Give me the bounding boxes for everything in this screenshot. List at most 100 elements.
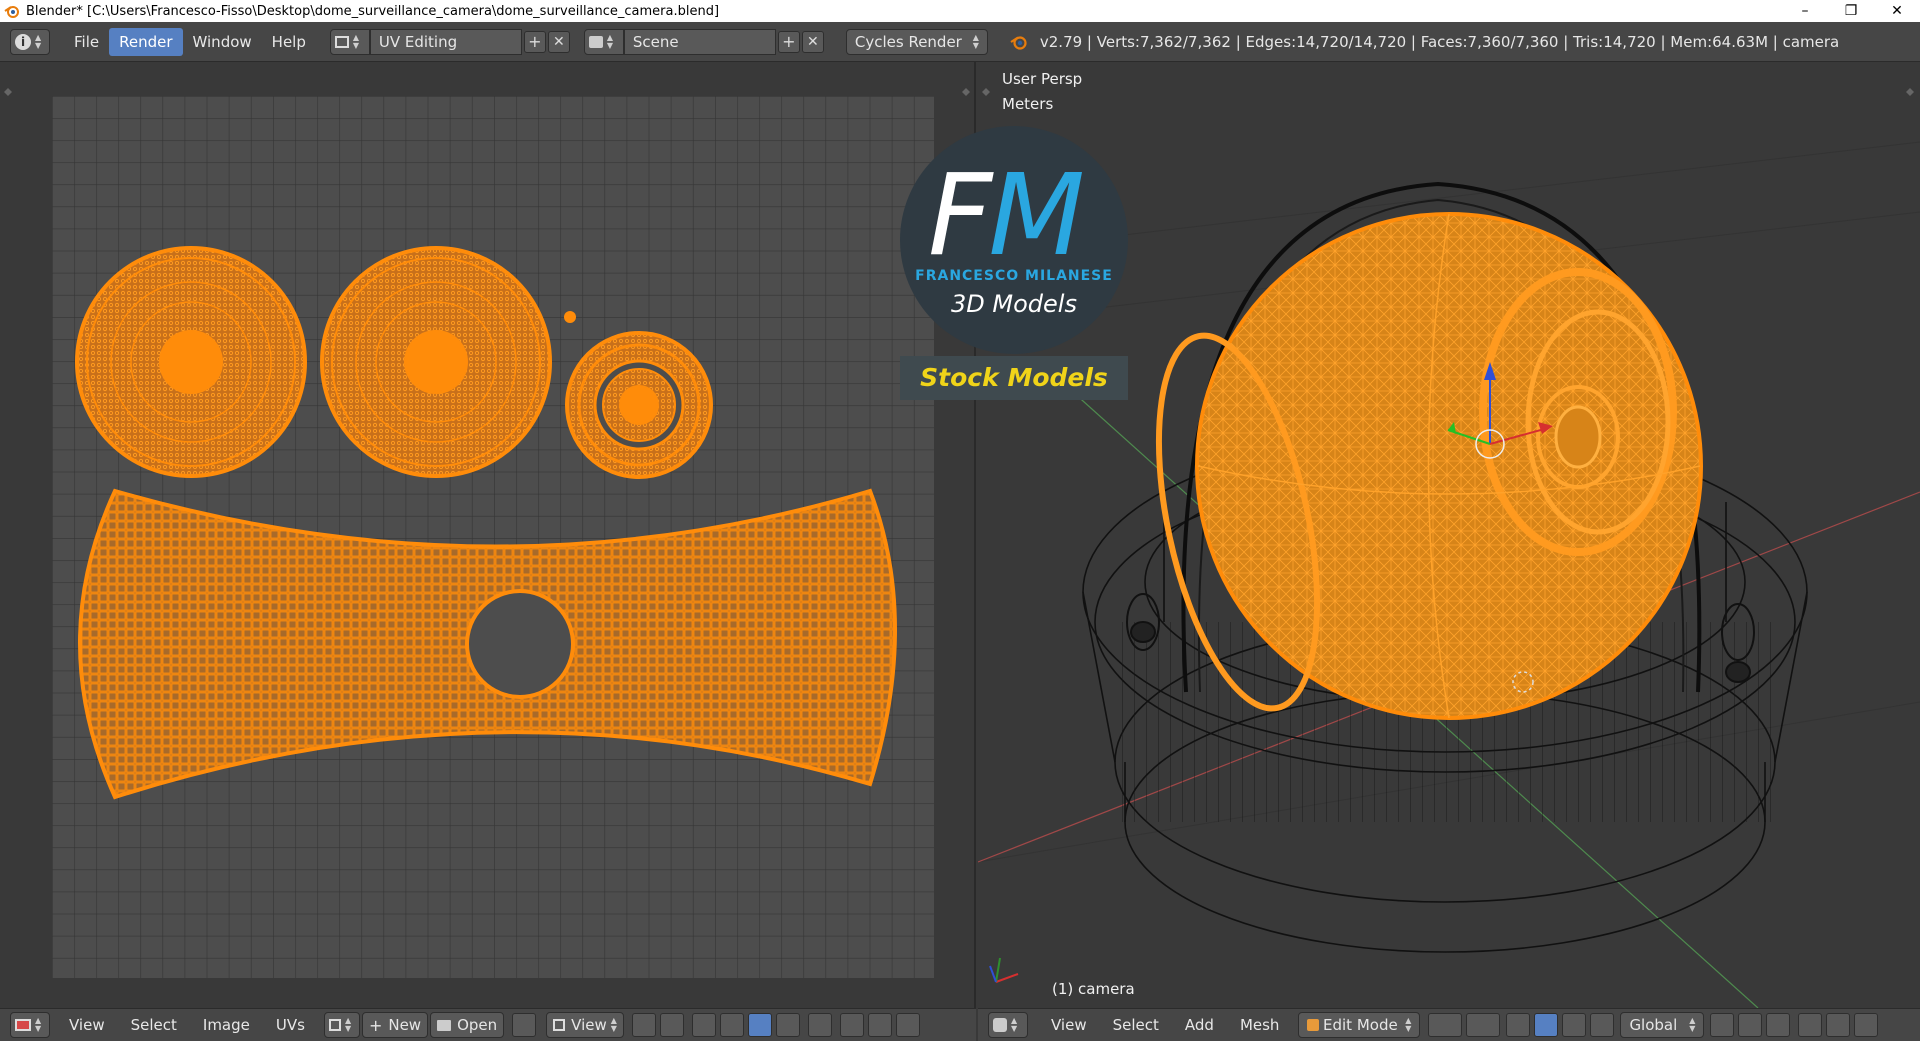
open-image-label: Open — [457, 1016, 498, 1034]
pin-icon[interactable] — [512, 1013, 537, 1037]
scene-browse-button[interactable]: ▲ ▼ — [583, 28, 624, 55]
3d-view-header: ▲ ▼ View Select Add Mesh Edit Mode ▲ ▼ Glo… — [978, 1008, 1920, 1041]
image-editor-icon — [15, 1019, 31, 1031]
vertex-select-mode-icon[interactable] — [1710, 1013, 1735, 1037]
window-title: Blender* [C:\Users\Francesco-Fisso\Deskt… — [26, 3, 720, 19]
manipulator-icon[interactable] — [1506, 1013, 1531, 1037]
vertex-select-icon[interactable] — [691, 1013, 716, 1037]
menu-file[interactable]: File — [64, 28, 109, 56]
sticky-select-icon[interactable] — [807, 1013, 832, 1037]
proportional-edit-icon[interactable] — [839, 1013, 864, 1037]
layout-name-field[interactable]: UV Editing — [369, 28, 522, 55]
info-header: i ▲ ▼ File Render Window Help ▲ ▼ UV Editi… — [0, 22, 1920, 62]
object-name-label: (1) camera — [1052, 980, 1135, 998]
info-icon: i — [15, 33, 31, 50]
fm-watermark-logo: FM FRANCESCO MILANESE 3D Models Stock Mo… — [900, 126, 1130, 401]
view3d-menu-view[interactable]: View — [1038, 1016, 1100, 1034]
view3d-menu-mesh[interactable]: Mesh — [1227, 1016, 1293, 1034]
view-mode-label: View — [571, 1016, 607, 1034]
uv-island-dot[interactable] — [564, 311, 576, 323]
updown-icon: ▲ ▼ — [1011, 1016, 1018, 1033]
image-icon — [328, 1019, 341, 1031]
updown-icon: ▲ ▼ — [35, 32, 42, 50]
uv-menu-image[interactable]: Image — [190, 1016, 263, 1034]
add-layout-icon[interactable]: + — [523, 30, 546, 53]
editor-type-uv[interactable]: ▲ ▼ — [10, 1012, 50, 1038]
uv-image-editor[interactable] — [0, 62, 976, 1008]
mode-select[interactable]: Edit Mode ▲ ▼ — [1298, 1012, 1421, 1038]
editor-type-info[interactable]: i ▲ ▼ — [10, 28, 50, 55]
close-button[interactable]: ✕ — [1874, 0, 1920, 22]
updown-icon: ▲ ▼ — [352, 32, 360, 50]
render-engine-label: Cycles Render — [854, 32, 962, 51]
edge-select-mode-icon[interactable] — [1738, 1013, 1763, 1037]
view3d-menu-select[interactable]: Select — [1100, 1016, 1172, 1034]
folder-icon — [437, 1019, 452, 1031]
updown-icon: ▲ ▼ — [35, 1016, 42, 1033]
minimize-button[interactable]: – — [1782, 0, 1828, 22]
scale-manipulator-icon[interactable] — [1590, 1013, 1615, 1037]
rotate-manipulator-icon[interactable] — [1562, 1013, 1587, 1037]
blender-logo-icon — [1010, 35, 1027, 50]
edit-mode-icon — [1307, 1019, 1320, 1031]
uv-menu-select[interactable]: Select — [118, 1016, 190, 1034]
units-label: Meters — [1002, 95, 1054, 113]
pivot-icon[interactable] — [631, 1013, 656, 1037]
face-select-icon[interactable] — [747, 1013, 772, 1037]
3d-view-icon — [993, 1018, 1007, 1032]
logo-author-name: FRANCESCO MILANESE — [915, 268, 1113, 284]
snap-toggle-icon[interactable] — [1826, 1013, 1851, 1037]
island-select-icon[interactable] — [775, 1013, 800, 1037]
view-name-label: User Persp — [1002, 70, 1083, 88]
uv-island-ring[interactable] — [565, 331, 713, 479]
updown-icon: ▲ ▼ — [606, 32, 614, 50]
proportional-icon[interactable] — [1798, 1013, 1823, 1037]
add-scene-icon[interactable]: + — [777, 30, 800, 53]
logo-banner: Stock Models — [900, 356, 1128, 400]
render-engine-select[interactable]: Cycles Render ▲ ▼ — [845, 28, 988, 55]
translate-manipulator-icon[interactable] — [1534, 1013, 1559, 1037]
image-browse-button[interactable]: ▲ ▼ — [323, 1012, 360, 1038]
pivot-point-icon[interactable] — [1466, 1013, 1501, 1037]
new-image-button[interactable]: + New — [361, 1012, 429, 1038]
snap-icon[interactable] — [867, 1013, 892, 1037]
uv-island-disc-2[interactable] — [320, 246, 552, 478]
new-image-label: New — [388, 1016, 422, 1034]
updown-icon: ▲ ▼ — [972, 32, 979, 50]
scene-name-field[interactable]: Scene — [623, 28, 776, 55]
snap-element-icon[interactable] — [1854, 1013, 1879, 1037]
logo-subtitle: 3D Models — [951, 290, 1077, 318]
view3d-menu-add[interactable]: Add — [1172, 1016, 1227, 1034]
menu-help[interactable]: Help — [262, 28, 316, 56]
menu-window[interactable]: Window — [183, 28, 262, 56]
updown-icon: ▲ ▼ — [610, 1016, 617, 1033]
layout-grid-icon — [334, 35, 349, 48]
window-titlebar: Blender* [C:\Users\Francesco-Fisso\Deskt… — [0, 0, 1920, 22]
updown-icon: ▲ ▼ — [1405, 1016, 1412, 1033]
edge-select-icon[interactable] — [719, 1013, 744, 1037]
menu-render[interactable]: Render — [109, 27, 183, 56]
delete-scene-icon[interactable]: ✕ — [801, 30, 824, 53]
sync-select-icon[interactable] — [659, 1013, 684, 1037]
uv-island-disc-1[interactable] — [75, 246, 307, 478]
view-mode-icon — [553, 1019, 566, 1031]
uv-menu-uvs[interactable]: UVs — [263, 1016, 318, 1034]
delete-layout-icon[interactable]: ✕ — [547, 30, 570, 53]
layout-browse-button[interactable]: ▲ ▼ — [329, 28, 370, 55]
uv-menu-view[interactable]: View — [56, 1016, 118, 1034]
face-select-mode-icon[interactable] — [1766, 1013, 1791, 1037]
shading-icon[interactable] — [1428, 1013, 1463, 1037]
updown-icon: ▲ ▼ — [344, 1016, 352, 1033]
editor-type-3d[interactable]: ▲ ▼ — [988, 1012, 1028, 1038]
orientation-select[interactable]: Global ▲ ▼ — [1620, 1012, 1705, 1038]
blender-icon — [4, 6, 19, 18]
maximize-button[interactable]: ❐ — [1828, 0, 1874, 22]
uv-canvas[interactable] — [0, 62, 976, 1008]
mode-label: Edit Mode — [1323, 1016, 1398, 1034]
view-mode-select[interactable]: View ▲ ▼ — [546, 1012, 624, 1038]
scene-stats: v2.79 | Verts:7,362/7,362 | Edges:14,720… — [1039, 32, 1840, 51]
scene-icon — [588, 35, 603, 48]
snap-target-icon[interactable] — [895, 1013, 920, 1037]
open-image-button[interactable]: Open — [430, 1012, 505, 1038]
updown-icon: ▲ ▼ — [1689, 1016, 1696, 1033]
